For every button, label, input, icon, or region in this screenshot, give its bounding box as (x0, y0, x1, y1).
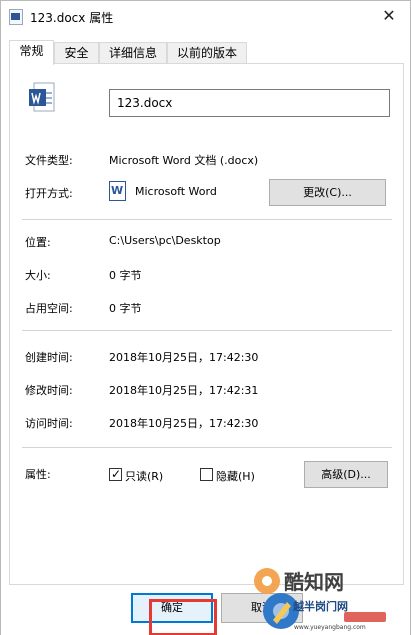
change-button[interactable]: 更改(C)... (269, 179, 386, 206)
location-label: 位置: (25, 236, 51, 249)
separator (22, 219, 392, 220)
tab-security[interactable]: 安全 (54, 42, 99, 64)
size-value: 0 字节 (109, 269, 142, 282)
tab-general[interactable]: 常规 (9, 40, 54, 65)
modified-value: 2018年10月25日，17:42:31 (109, 384, 259, 397)
separator (22, 447, 392, 448)
attributes-label: 属性: (25, 468, 51, 481)
dialog-buttons: 确定 取消 (1, 585, 410, 635)
document-icon (9, 9, 23, 25)
window-title: 123.docx 属性 (30, 11, 114, 25)
cancel-button[interactable]: 取消 (221, 593, 303, 623)
close-button[interactable]: ✕ (374, 4, 404, 28)
file-name-input[interactable] (109, 89, 390, 117)
word-app-icon: W (109, 181, 126, 201)
check-icon: ✓ (111, 467, 122, 481)
file-type-value: Microsoft Word 文档 (.docx) (109, 154, 259, 167)
title-bar: 123.docx 属性 ✕ (1, 1, 410, 31)
properties-window: 123.docx 属性 ✕ 常规 安全 详细信息 以前的版本 文件类型: Mic… (0, 0, 411, 635)
separator (22, 330, 392, 331)
word-app-icon-letter: W (111, 184, 124, 197)
open-with-label: 打开方式: (25, 187, 73, 200)
size-label: 大小: (25, 269, 51, 282)
hidden-label: 隐藏(H) (216, 470, 255, 483)
tab-previous-versions[interactable]: 以前的版本 (167, 42, 247, 64)
word-file-icon (29, 82, 55, 112)
hidden-checkbox[interactable] (200, 468, 213, 481)
created-label: 创建时间: (25, 351, 73, 364)
accessed-value: 2018年10月25日，17:42:30 (109, 417, 259, 430)
disk-size-label: 占用空间: (25, 302, 73, 315)
accessed-label: 访问时间: (25, 417, 73, 430)
file-type-label: 文件类型: (25, 154, 73, 167)
open-with-value: Microsoft Word (135, 185, 217, 198)
modified-label: 修改时间: (25, 384, 73, 397)
disk-size-value: 0 字节 (109, 302, 142, 315)
advanced-button[interactable]: 高级(D)... (304, 461, 388, 488)
highlight-annotation (149, 599, 217, 635)
location-value: C:\Users\pc\Desktop (109, 234, 221, 247)
readonly-checkbox[interactable]: ✓ (109, 467, 122, 481)
readonly-label: 只读(R) (125, 470, 164, 483)
general-panel: 文件类型: Microsoft Word 文档 (.docx) 打开方式: W … (9, 63, 404, 585)
created-value: 2018年10月25日，17:42:30 (109, 351, 259, 364)
tab-details[interactable]: 详细信息 (99, 42, 167, 64)
